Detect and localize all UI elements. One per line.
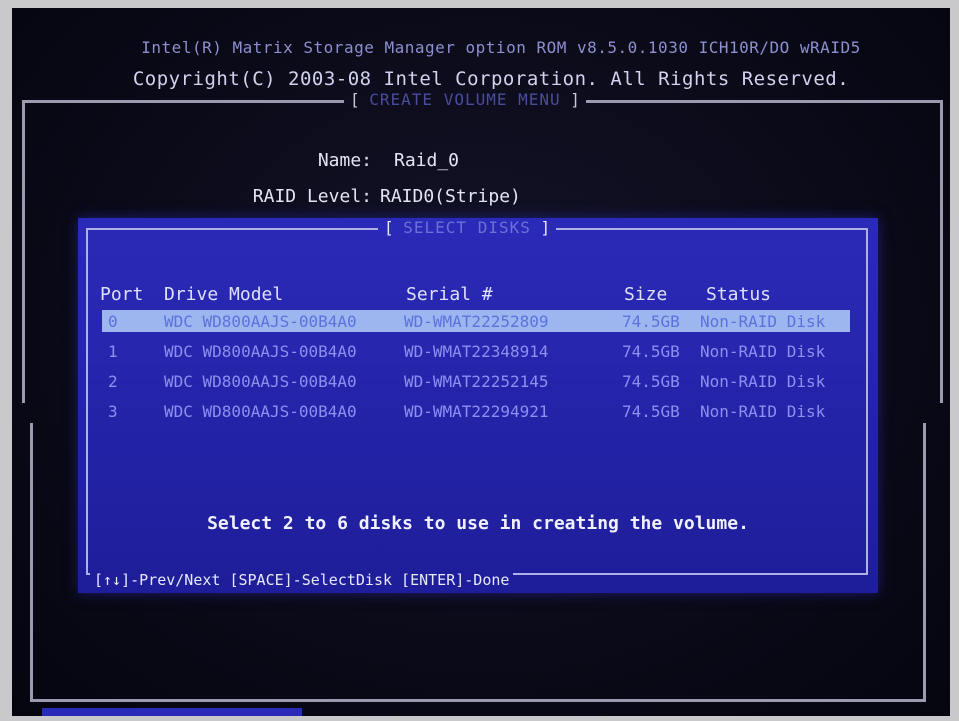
selection-hint: Select 2 to 6 disks to use in creating t… [207, 513, 749, 534]
disk-port: 3 [108, 402, 118, 421]
disk-serial: WD-WMAT22252809 [404, 312, 549, 331]
name-field[interactable]: Raid_0 [394, 150, 459, 171]
disk-size: 74.5GB [622, 372, 680, 391]
disk-status: Non-RAID Disk [700, 342, 826, 361]
disk-size: 74.5GB [622, 312, 680, 331]
disk-serial: WD-WMAT22294921 [404, 402, 549, 421]
disk-row[interactable]: 1 WDC WD800AAJS-00B4A0 WD-WMAT22348914 7… [102, 340, 850, 362]
bios-screen: Intel(R) Matrix Storage Manager option R… [12, 8, 950, 716]
key-help-footer: [↑↓]-Prev/Next [SPACE]-SelectDisk [ENTER… [90, 571, 514, 589]
dialog-title: SELECT DISKS [403, 218, 531, 237]
column-header-model: Drive Model [164, 284, 284, 305]
dialog-title-bar: [ SELECT DISKS ] [378, 218, 557, 237]
disk-port: 0 [108, 312, 118, 331]
disk-status: Non-RAID Disk [700, 312, 826, 331]
raid-level-field[interactable]: RAID0(Stripe) [380, 186, 521, 207]
select-disks-dialog: [ SELECT DISKS ] Port Drive Model Serial… [78, 218, 878, 593]
disk-port: 1 [108, 342, 118, 361]
disk-model: WDC WD800AAJS-00B4A0 [164, 342, 357, 361]
raid-level-label: RAID Level: [252, 186, 372, 207]
column-header-status: Status [706, 284, 772, 305]
disk-size: 74.5GB [622, 342, 680, 361]
disk-serial: WD-WMAT22252145 [404, 372, 549, 391]
menu-title-bar: [ CREATE VOLUME MENU ] [344, 90, 586, 109]
disk-size: 74.5GB [622, 402, 680, 421]
disk-status: Non-RAID Disk [700, 372, 826, 391]
disk-row[interactable]: 2 WDC WD800AAJS-00B4A0 WD-WMAT22252145 7… [102, 370, 850, 392]
copyright-header: Copyright(C) 2003-08 Intel Corporation. … [132, 68, 850, 90]
disk-row[interactable]: 0 WDC WD800AAJS-00B4A0 WD-WMAT22252809 7… [102, 310, 850, 332]
column-header-port: Port [100, 284, 144, 305]
disk-port: 2 [108, 372, 118, 391]
disk-model: WDC WD800AAJS-00B4A0 [164, 372, 357, 391]
menu-title: CREATE VOLUME MENU [369, 90, 561, 109]
rom-version-header: Intel(R) Matrix Storage Manager option R… [141, 38, 861, 57]
column-header-size: Size [624, 284, 668, 305]
disk-status: Non-RAID Disk [700, 402, 826, 421]
disk-row[interactable]: 3 WDC WD800AAJS-00B4A0 WD-WMAT22294921 7… [102, 400, 850, 422]
disk-model: WDC WD800AAJS-00B4A0 [164, 402, 357, 421]
disk-model: WDC WD800AAJS-00B4A0 [164, 312, 357, 331]
column-header-serial: Serial # [406, 284, 493, 305]
bottom-status-band [42, 708, 302, 716]
name-label: Name: [317, 150, 372, 171]
disk-serial: WD-WMAT22348914 [404, 342, 549, 361]
